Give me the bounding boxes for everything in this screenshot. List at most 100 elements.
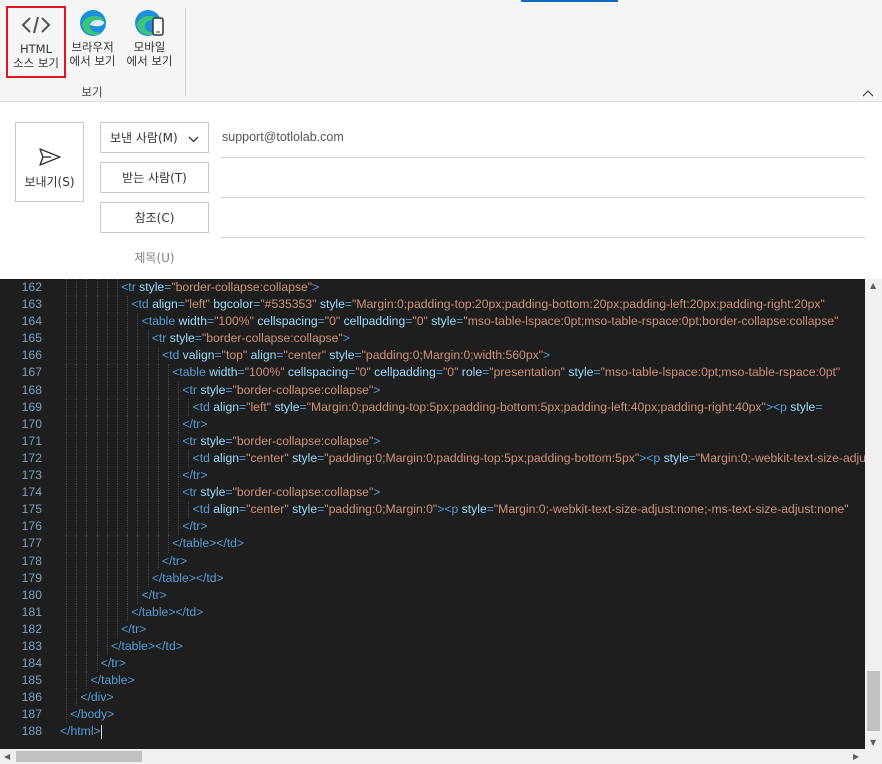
horizontal-scrollbar[interactable]: ◀ ▶ — [0, 749, 865, 764]
value-token: "Margin:0;-webkit-text-size-adjust:none" — [695, 450, 865, 465]
indent-guide — [178, 449, 180, 468]
code-line[interactable]: 164 <table width="100%" cellspacing="0" c… — [0, 313, 865, 331]
attribute-token: role — [461, 365, 483, 380]
indent-guide — [147, 569, 149, 587]
indent-guide — [157, 449, 159, 468]
html-source-editor[interactable]: 162 <tr style="border-collapse:collapse">… — [0, 279, 882, 764]
code-line[interactable]: 167 <table width="100%" cellspacing="0" c… — [0, 364, 865, 382]
code-line[interactable]: 172 <td align="center" style="padding:0;M… — [0, 449, 865, 468]
code-line[interactable]: 183 </table></td> — [0, 637, 865, 656]
line-number: 171 — [21, 433, 42, 448]
indent-guide — [157, 381, 159, 399]
value-token: "top" — [221, 348, 251, 363]
tag-token: > — [373, 485, 381, 500]
tag-token: <td — [131, 297, 153, 312]
indent-guide — [86, 552, 88, 570]
code-line[interactable]: 188 </html> — [0, 723, 865, 740]
tag-token: > — [373, 433, 381, 448]
tag-token: = — [299, 399, 307, 414]
code-line[interactable]: 165 <tr style="border-collapse:collapse"> — [0, 330, 865, 348]
code-lines[interactable]: 162 <tr style="border-collapse:collapse">… — [0, 279, 865, 749]
code-line[interactable]: 182 </tr> — [0, 620, 865, 638]
view-on-mobile-button[interactable]: 모바일 에서 보기 — [122, 6, 177, 78]
code-line[interactable]: 184 </tr> — [0, 655, 865, 673]
indent-guide — [137, 449, 139, 468]
tag-token: > — [342, 331, 350, 346]
code-line[interactable]: 168 <tr style="border-collapse:collapse"> — [0, 381, 865, 399]
collapse-ribbon-icon[interactable] — [862, 86, 874, 100]
indent-guide — [127, 535, 129, 553]
indent-guide — [147, 501, 149, 519]
code-line[interactable]: 175 <td align="center" style="padding:0;M… — [0, 501, 865, 519]
attribute-token: style — [461, 502, 487, 517]
code-line[interactable]: 171 <tr style="border-collapse:collapse"> — [0, 432, 865, 450]
vertical-scrollbar[interactable]: ▲ ▼ — [865, 279, 882, 749]
indent-guide — [117, 330, 118, 348]
to-field[interactable] — [221, 197, 865, 198]
indent-guide — [137, 586, 139, 604]
indent-guide — [76, 449, 78, 468]
code-line[interactable]: 169 <td align="left" style="Margin:0;padd… — [0, 398, 865, 416]
code-line[interactable]: 186 </div> — [0, 689, 865, 707]
tag-token: = — [214, 348, 222, 363]
compose-header: 보내기(S) 보낸 사람(M) support@totlolab.com 받는 … — [0, 103, 882, 279]
from-dropdown-button[interactable]: 보낸 사람(M) — [100, 122, 209, 153]
attribute-token: style — [292, 450, 318, 465]
edge-browser-icon — [67, 6, 118, 40]
tag-token: </tr> — [162, 553, 188, 568]
code-line[interactable]: 185 </table> — [0, 672, 865, 690]
code-line[interactable]: 180 </tr> — [0, 586, 865, 604]
attribute-token: align — [152, 297, 178, 312]
ribbon-group-label: 보기 — [81, 85, 103, 99]
value-token: "padding:0;Margin:0;width:560px" — [361, 348, 544, 363]
code-text: </table></td> — [111, 638, 183, 655]
scroll-down-icon[interactable]: ▼ — [870, 738, 876, 747]
scroll-up-icon[interactable]: ▲ — [870, 281, 876, 290]
tag-token: = — [593, 365, 601, 380]
indent-guide — [106, 569, 108, 587]
code-line[interactable]: 173 </tr> — [0, 467, 865, 485]
code-line[interactable]: 162 <tr style="border-collapse:collapse"> — [0, 279, 865, 297]
indent-guide — [127, 398, 129, 416]
indent-guide — [157, 347, 159, 365]
code-line[interactable]: 187 </body> — [0, 706, 865, 724]
text-caret — [100, 725, 102, 740]
code-line[interactable]: 163 <td align="left" bgcolor="#535353" st… — [0, 296, 865, 314]
indent-guide — [76, 313, 78, 331]
cc-field[interactable] — [221, 237, 865, 238]
tag-token: = — [194, 331, 202, 346]
indent-guide — [117, 484, 118, 502]
code-line[interactable]: 179 </table></td> — [0, 569, 865, 587]
code-text: </tr> — [182, 518, 207, 535]
attribute-token: width — [209, 365, 238, 380]
horizontal-scroll-thumb[interactable] — [16, 751, 142, 762]
indent-guide — [117, 279, 118, 297]
send-button[interactable]: 보내기(S) — [15, 122, 84, 202]
indent-guide — [86, 398, 88, 416]
code-line[interactable]: 181 </table></td> — [0, 603, 865, 621]
indent-guide — [178, 381, 180, 399]
code-line[interactable]: 174 <tr style="border-collapse:collapse"> — [0, 484, 865, 502]
to-button[interactable]: 받는 사람(T) — [100, 162, 209, 193]
html-source-view-button[interactable]: HTML 소스 보기 — [6, 6, 66, 78]
indent-guide — [86, 535, 88, 553]
indent-guide — [86, 381, 88, 399]
code-line[interactable]: 170 </tr> — [0, 415, 865, 433]
tag-token: <table — [172, 365, 210, 380]
scroll-right-icon[interactable]: ▶ — [853, 752, 859, 761]
indent-guide — [96, 398, 98, 416]
scroll-left-icon[interactable]: ◀ — [4, 752, 10, 761]
value-token: "center" — [246, 502, 293, 517]
code-line[interactable]: 177 </table></td> — [0, 535, 865, 553]
indent-guide — [106, 364, 108, 382]
code-line[interactable]: 178 </tr> — [0, 552, 865, 570]
tag-token: = — [815, 399, 823, 414]
view-in-browser-button[interactable]: 브라우저 에서 보기 — [67, 6, 118, 78]
vertical-scroll-thumb[interactable] — [867, 671, 880, 731]
indent-guide — [168, 518, 169, 536]
code-line[interactable]: 166 <td valign="top" align="center" style… — [0, 347, 865, 365]
value-token: "center" — [246, 450, 293, 465]
cc-button[interactable]: 참조(C) — [100, 202, 209, 233]
indent-guide — [106, 381, 108, 399]
code-line[interactable]: 176 </tr> — [0, 518, 865, 536]
